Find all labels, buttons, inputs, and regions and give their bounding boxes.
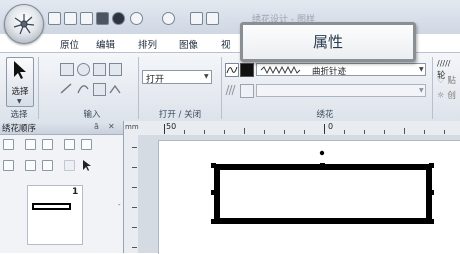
frame-icon[interactable] bbox=[81, 139, 92, 150]
sun-icon: ☼ bbox=[437, 91, 445, 101]
design-canvas[interactable] bbox=[158, 140, 460, 254]
selection-handle-bm bbox=[320, 219, 325, 224]
ribbon: 选择 ▼ 选择 输入 打开 ▼ 打开 / 关闭 曲折针迹 ▼ ▼ 绣花 ////… bbox=[0, 52, 460, 122]
select-group-label: 选择 bbox=[10, 110, 28, 120]
selection-handle-ml bbox=[211, 190, 216, 195]
panel-header: 绣花顺序 ā ✕ bbox=[0, 121, 123, 135]
tab-view[interactable]: 视 bbox=[221, 37, 231, 51]
panel-title: 绣花顺序 bbox=[2, 124, 37, 134]
select-button-label: 选择 bbox=[11, 87, 29, 97]
stitch-order-thumbnail[interactable]: 1 bbox=[27, 185, 83, 245]
selection-handle-br bbox=[429, 219, 434, 224]
open-folder-icon[interactable] bbox=[80, 12, 93, 25]
chevron-down-icon: ▼ bbox=[419, 66, 424, 73]
pin-icon[interactable]: ā bbox=[94, 122, 99, 131]
embroidery-group-label: 绣花 bbox=[316, 110, 334, 120]
right-group-line2: 贴 bbox=[447, 76, 456, 86]
tab-edit[interactable]: 编辑 bbox=[96, 37, 115, 51]
select-button[interactable]: 选择 ▼ bbox=[6, 57, 34, 107]
heart-icon: ♡ bbox=[437, 76, 445, 86]
shape-tool-icon[interactable] bbox=[93, 63, 106, 76]
right-group-item-3[interactable]: ☼ 创 bbox=[437, 89, 456, 101]
tab-image[interactable]: 图像 bbox=[179, 37, 198, 51]
new-document-icon[interactable] bbox=[64, 12, 77, 25]
rotate-handle bbox=[319, 150, 325, 156]
input-group-label: 输入 bbox=[83, 110, 101, 120]
open-close-dropdown[interactable]: 打开 ▼ bbox=[142, 70, 212, 85]
resize-grip[interactable]: - bbox=[118, 201, 121, 209]
ellipse-tool-icon[interactable] bbox=[77, 63, 90, 76]
tab-properties-callout[interactable]: 属性 bbox=[240, 22, 416, 62]
region-stitch-dropdown[interactable]: ▼ bbox=[256, 84, 426, 97]
embroidery-order-panel: 绣花顺序 ā ✕ 1 - bbox=[0, 121, 124, 253]
select-all-icon[interactable] bbox=[3, 139, 14, 150]
application-menu-button[interactable] bbox=[4, 4, 44, 44]
selection-handle-mr bbox=[429, 190, 434, 195]
thumbnail-number: 1 bbox=[72, 187, 79, 197]
selection-handle-tr bbox=[429, 163, 434, 168]
selection-handle-bl bbox=[211, 219, 216, 224]
region-color-swatch[interactable] bbox=[240, 84, 254, 98]
tab-arrange[interactable]: 排列 bbox=[138, 37, 157, 51]
chevron-down-icon: ▼ bbox=[17, 98, 22, 105]
curve-tool-icon[interactable] bbox=[77, 83, 89, 94]
tab-home[interactable]: 原位 bbox=[60, 37, 79, 51]
zigzag-stitch-icon bbox=[260, 65, 301, 75]
stitch-type-dropdown[interactable]: 曲折针迹 ▼ bbox=[256, 63, 426, 77]
right-group-item-2[interactable]: ♡ 贴 bbox=[437, 74, 456, 86]
move-last-icon[interactable] bbox=[42, 160, 53, 171]
chevron-down-icon: ▼ bbox=[419, 87, 424, 94]
thumbnail-shape bbox=[32, 203, 71, 210]
line-stitch-icon[interactable] bbox=[225, 63, 239, 77]
vertical-ruler bbox=[124, 135, 139, 253]
properties-label: 属性 bbox=[312, 33, 343, 51]
selection-handle-tl bbox=[211, 163, 216, 168]
chevron-down-icon: ▼ bbox=[204, 73, 209, 80]
arrow-cursor-icon bbox=[14, 61, 26, 79]
right-group-line3: 创 bbox=[447, 91, 456, 101]
move-down-icon[interactable] bbox=[25, 160, 36, 171]
region-stitch-icon[interactable] bbox=[225, 84, 237, 96]
stop-icon[interactable] bbox=[112, 12, 125, 25]
open-close-value: 打开 bbox=[146, 75, 165, 85]
customize-icon[interactable] bbox=[206, 12, 219, 25]
selection-handle-tm bbox=[320, 163, 325, 168]
print-icon[interactable] bbox=[190, 12, 203, 25]
arc-tool-icon[interactable] bbox=[109, 63, 122, 76]
merge-icon[interactable] bbox=[64, 160, 75, 171]
ruler-label-0: 0 bbox=[328, 122, 334, 131]
move-up-icon[interactable] bbox=[42, 139, 53, 150]
save-icon[interactable] bbox=[96, 12, 109, 25]
redo-icon[interactable] bbox=[162, 12, 175, 25]
window-title: 绣花设计 - 图样 bbox=[252, 15, 315, 22]
rectangle-tool-icon[interactable] bbox=[60, 63, 74, 76]
ruler-label-50: 50 bbox=[166, 122, 177, 131]
close-icon[interactable]: ✕ bbox=[108, 122, 115, 131]
lock-icon[interactable] bbox=[64, 139, 75, 150]
list-icon[interactable] bbox=[48, 12, 61, 25]
flower-logo-icon bbox=[13, 14, 35, 35]
open-close-group-label: 打开 / 关闭 bbox=[158, 110, 202, 120]
color-order-icon[interactable] bbox=[3, 160, 14, 171]
ruler-unit: mm bbox=[125, 123, 139, 131]
design-shapes bbox=[211, 150, 434, 224]
horizontal-ruler: mm 50 0 bbox=[124, 121, 460, 136]
undo-icon[interactable] bbox=[130, 12, 143, 25]
stitch-type-value: 曲折针迹 bbox=[312, 67, 347, 77]
line-tool-icon[interactable] bbox=[60, 83, 72, 94]
pen-tool-icon[interactable] bbox=[109, 83, 121, 94]
line-color-swatch[interactable] bbox=[240, 63, 254, 77]
selected-rectangle-shape bbox=[214, 164, 432, 224]
cursor-icon[interactable] bbox=[81, 159, 93, 175]
move-first-icon[interactable] bbox=[25, 139, 36, 150]
freehand-tool-icon[interactable] bbox=[93, 83, 106, 96]
